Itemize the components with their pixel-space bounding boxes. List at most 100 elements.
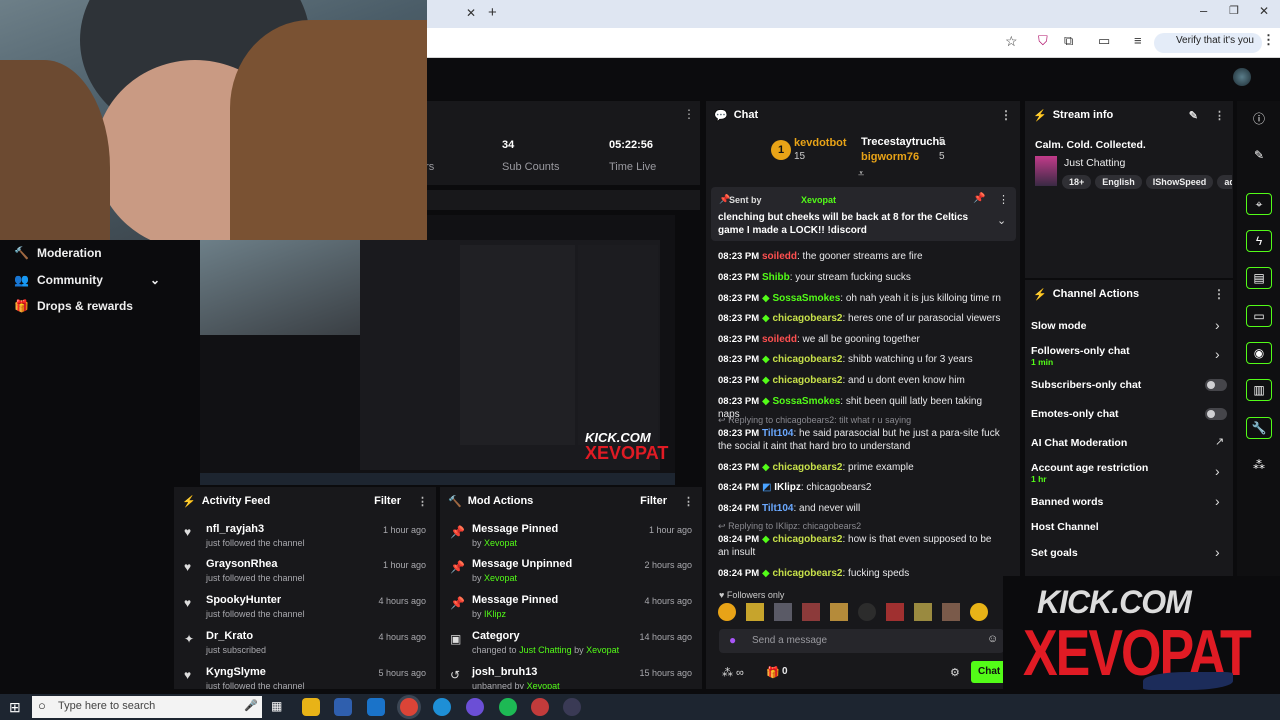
list-item[interactable]: ♥ SpookyHunter just followed the channel 4 … xyxy=(174,594,436,630)
chevron-down-icon[interactable]: ⌄ xyxy=(997,214,1006,227)
app-icon[interactable] xyxy=(531,698,549,716)
file-explorer-icon[interactable] xyxy=(302,698,320,716)
chat-input[interactable]: ● Send a message ☺ xyxy=(719,629,1004,653)
item-user[interactable]: Xevopat xyxy=(527,681,560,689)
wrench-icon[interactable]: 🔧 xyxy=(1246,417,1272,439)
chat-message[interactable]: 08:23 PM Tilt104: he said parasocial but… xyxy=(718,427,1003,453)
set-goals-action[interactable]: Set goals xyxy=(1031,547,1078,559)
msg-user[interactable]: soiledd xyxy=(762,251,797,262)
collapse-icon[interactable]: ⩡ xyxy=(858,168,864,181)
subscribers-only-toggle[interactable] xyxy=(1205,379,1227,391)
leader-name[interactable]: kevdotbot xyxy=(794,137,847,149)
verify-account-chip[interactable]: Verify that it's you xyxy=(1153,33,1262,53)
msg-user[interactable]: SossaSmokes xyxy=(772,293,840,304)
lightning-icon[interactable]: ϟ xyxy=(1246,230,1272,252)
close-tab-icon[interactable]: ✕ xyxy=(466,6,476,20)
sidebar-item-moderation[interactable]: 🔨 Moderation xyxy=(14,246,102,260)
msg-user[interactable]: Shibb xyxy=(762,272,790,283)
msg-user[interactable]: SossaSmokes xyxy=(772,396,840,407)
extension-shield-icon[interactable]: ⛉ xyxy=(1038,33,1048,49)
host-channel-action[interactable]: Host Channel xyxy=(1031,521,1099,533)
tag-chip[interactable]: English xyxy=(1095,175,1142,189)
chat-send-button[interactable]: Chat xyxy=(971,661,1005,683)
more-icon[interactable]: ⋮ xyxy=(417,495,428,508)
cast-icon[interactable]: ▭ xyxy=(1098,33,1110,49)
camera-focus-icon[interactable]: ⌖ xyxy=(1246,193,1272,215)
filter-button[interactable]: Filter xyxy=(374,495,401,507)
emote-icon[interactable] xyxy=(802,603,820,621)
minimize-icon[interactable]: – xyxy=(1200,3,1207,18)
list-item[interactable]: ↺ josh_bruh13 unbanned by Xevopat 15 hours … xyxy=(440,666,702,689)
item-user[interactable]: Xevopat xyxy=(484,538,517,548)
notes-icon[interactable]: ▤ xyxy=(1246,267,1272,289)
item-user[interactable]: IKlipz xyxy=(484,609,506,619)
item-user[interactable]: Xevopat xyxy=(484,573,517,583)
more-icon[interactable]: ⋮ xyxy=(998,193,1009,206)
unpin-icon[interactable]: 📌 xyxy=(973,193,985,204)
msg-user[interactable]: chicagobears2 xyxy=(772,375,842,386)
mail-icon[interactable] xyxy=(367,698,385,716)
ai-moderation-action[interactable]: AI Chat Moderation xyxy=(1031,437,1127,449)
tag-chip[interactable]: IShowSpeed xyxy=(1145,175,1214,189)
more-icon[interactable]: ⋮ xyxy=(1214,109,1225,122)
msg-user[interactable]: chicagobears2 xyxy=(772,313,842,324)
restore-icon[interactable]: ❐ xyxy=(1229,4,1239,17)
emote-icon[interactable] xyxy=(970,603,988,621)
list-item[interactable]: ♥ nfl_rayjah3 just followed the channel 1 h… xyxy=(174,523,436,559)
list-item[interactable]: ♥ GraysonRhea just followed the channel 1 h… xyxy=(174,558,436,594)
extensions-icon[interactable]: ⧉ xyxy=(1064,33,1073,49)
msg-user[interactable]: chicagobears2 xyxy=(772,568,842,579)
sidebar-item-drops[interactable]: 🎁 Drops & rewards xyxy=(14,299,133,313)
tag-chip[interactable]: 18+ xyxy=(1062,175,1092,189)
msg-user[interactable]: Tilt104 xyxy=(762,503,794,514)
windows-start-icon[interactable]: ⊞ xyxy=(9,699,21,716)
settings-gear-icon[interactable]: ⚙ xyxy=(950,666,960,679)
chat-message[interactable]: 08:24 PM ◆ chicagobears2: fucking speds xyxy=(718,567,1003,580)
chevron-right-icon[interactable]: › xyxy=(1215,463,1220,479)
slow-mode-action[interactable]: Slow mode xyxy=(1031,320,1086,332)
chat-message[interactable]: 08:24 PM ◆ chicagobears2: how is that ev… xyxy=(718,533,1003,559)
chat-message[interactable]: 08:23 PM ◆ chicagobears2: shibb watching… xyxy=(718,353,1003,366)
microphone-icon[interactable]: 🎤 xyxy=(244,699,258,712)
list-item[interactable]: ▣ Category changed to Just Chatting by Xev… xyxy=(440,630,702,666)
category-thumbnail[interactable] xyxy=(1035,156,1057,186)
store-icon[interactable] xyxy=(334,698,352,716)
msg-user[interactable]: chicagobears2 xyxy=(772,462,842,473)
chevron-right-icon[interactable]: › xyxy=(1215,544,1220,560)
reading-list-icon[interactable]: ≡ xyxy=(1134,33,1142,48)
list-item[interactable]: 📌 Message Pinned by Xevopat 1 hour ago xyxy=(440,523,702,559)
chat-message[interactable]: 08:23 PM Shibb: your stream fucking suck… xyxy=(718,271,1003,284)
chat-message[interactable]: 08:23 PM ◆ chicagobears2: prime example xyxy=(718,461,1003,474)
leader-name[interactable]: bigworm76 xyxy=(861,151,919,163)
chevron-right-icon[interactable]: › xyxy=(1215,346,1220,362)
account-age-action[interactable]: Account age restriction 1 hr xyxy=(1031,462,1148,484)
app-icon[interactable] xyxy=(466,698,484,716)
community-icon[interactable]: ⁂ ∞ xyxy=(722,666,744,679)
bookmark-star-icon[interactable]: ☆ xyxy=(1005,33,1018,50)
filter-button[interactable]: Filter xyxy=(640,495,667,507)
list-item[interactable]: 📌 Message Pinned by IKlipz 4 hours ago xyxy=(440,594,702,630)
edge-icon[interactable] xyxy=(433,698,451,716)
chevron-right-icon[interactable]: › xyxy=(1215,317,1220,333)
chat-message[interactable]: 08:23 PM soiledd: we all be gooning toge… xyxy=(718,333,1003,346)
external-link-icon[interactable]: ↗ xyxy=(1215,435,1224,448)
pinned-message[interactable]: 📌 Sent by Xevopat 📌 ⋮ clenching but chee… xyxy=(711,187,1016,241)
item-user[interactable]: Xevopat xyxy=(586,645,619,655)
info-icon[interactable]: ⓘ xyxy=(1246,107,1272,129)
chat-message[interactable]: 08:23 PM ◆ SossaSmokes: oh nah yeah it i… xyxy=(718,292,1003,305)
emoji-icon[interactable]: ☺ xyxy=(987,633,998,645)
obs-icon[interactable] xyxy=(563,698,581,716)
emote-icon[interactable] xyxy=(886,603,904,621)
community-icon[interactable]: ⁂ xyxy=(1246,454,1272,476)
gift-icon[interactable]: 🎁 xyxy=(766,666,780,679)
more-icon[interactable]: ⋮ xyxy=(1213,287,1225,301)
close-window-icon[interactable]: ✕ xyxy=(1259,4,1269,18)
edit-pencil-icon[interactable]: ✎ xyxy=(1189,109,1198,122)
item-category[interactable]: Just Chatting xyxy=(519,645,572,655)
list-item[interactable]: 📌 Message Unpinned by Xevopat 2 hours ago xyxy=(440,558,702,594)
stream-preview[interactable]: KICK.COM XEVOPAT xyxy=(200,215,675,485)
emote-icon[interactable] xyxy=(914,603,932,621)
chat-message[interactable]: 08:24 PM ◩ IKlipz: chicagobears2 xyxy=(718,481,1003,494)
followers-only-action[interactable]: Followers-only chat 1 min xyxy=(1031,345,1130,367)
more-icon[interactable]: ⋮ xyxy=(683,495,694,508)
